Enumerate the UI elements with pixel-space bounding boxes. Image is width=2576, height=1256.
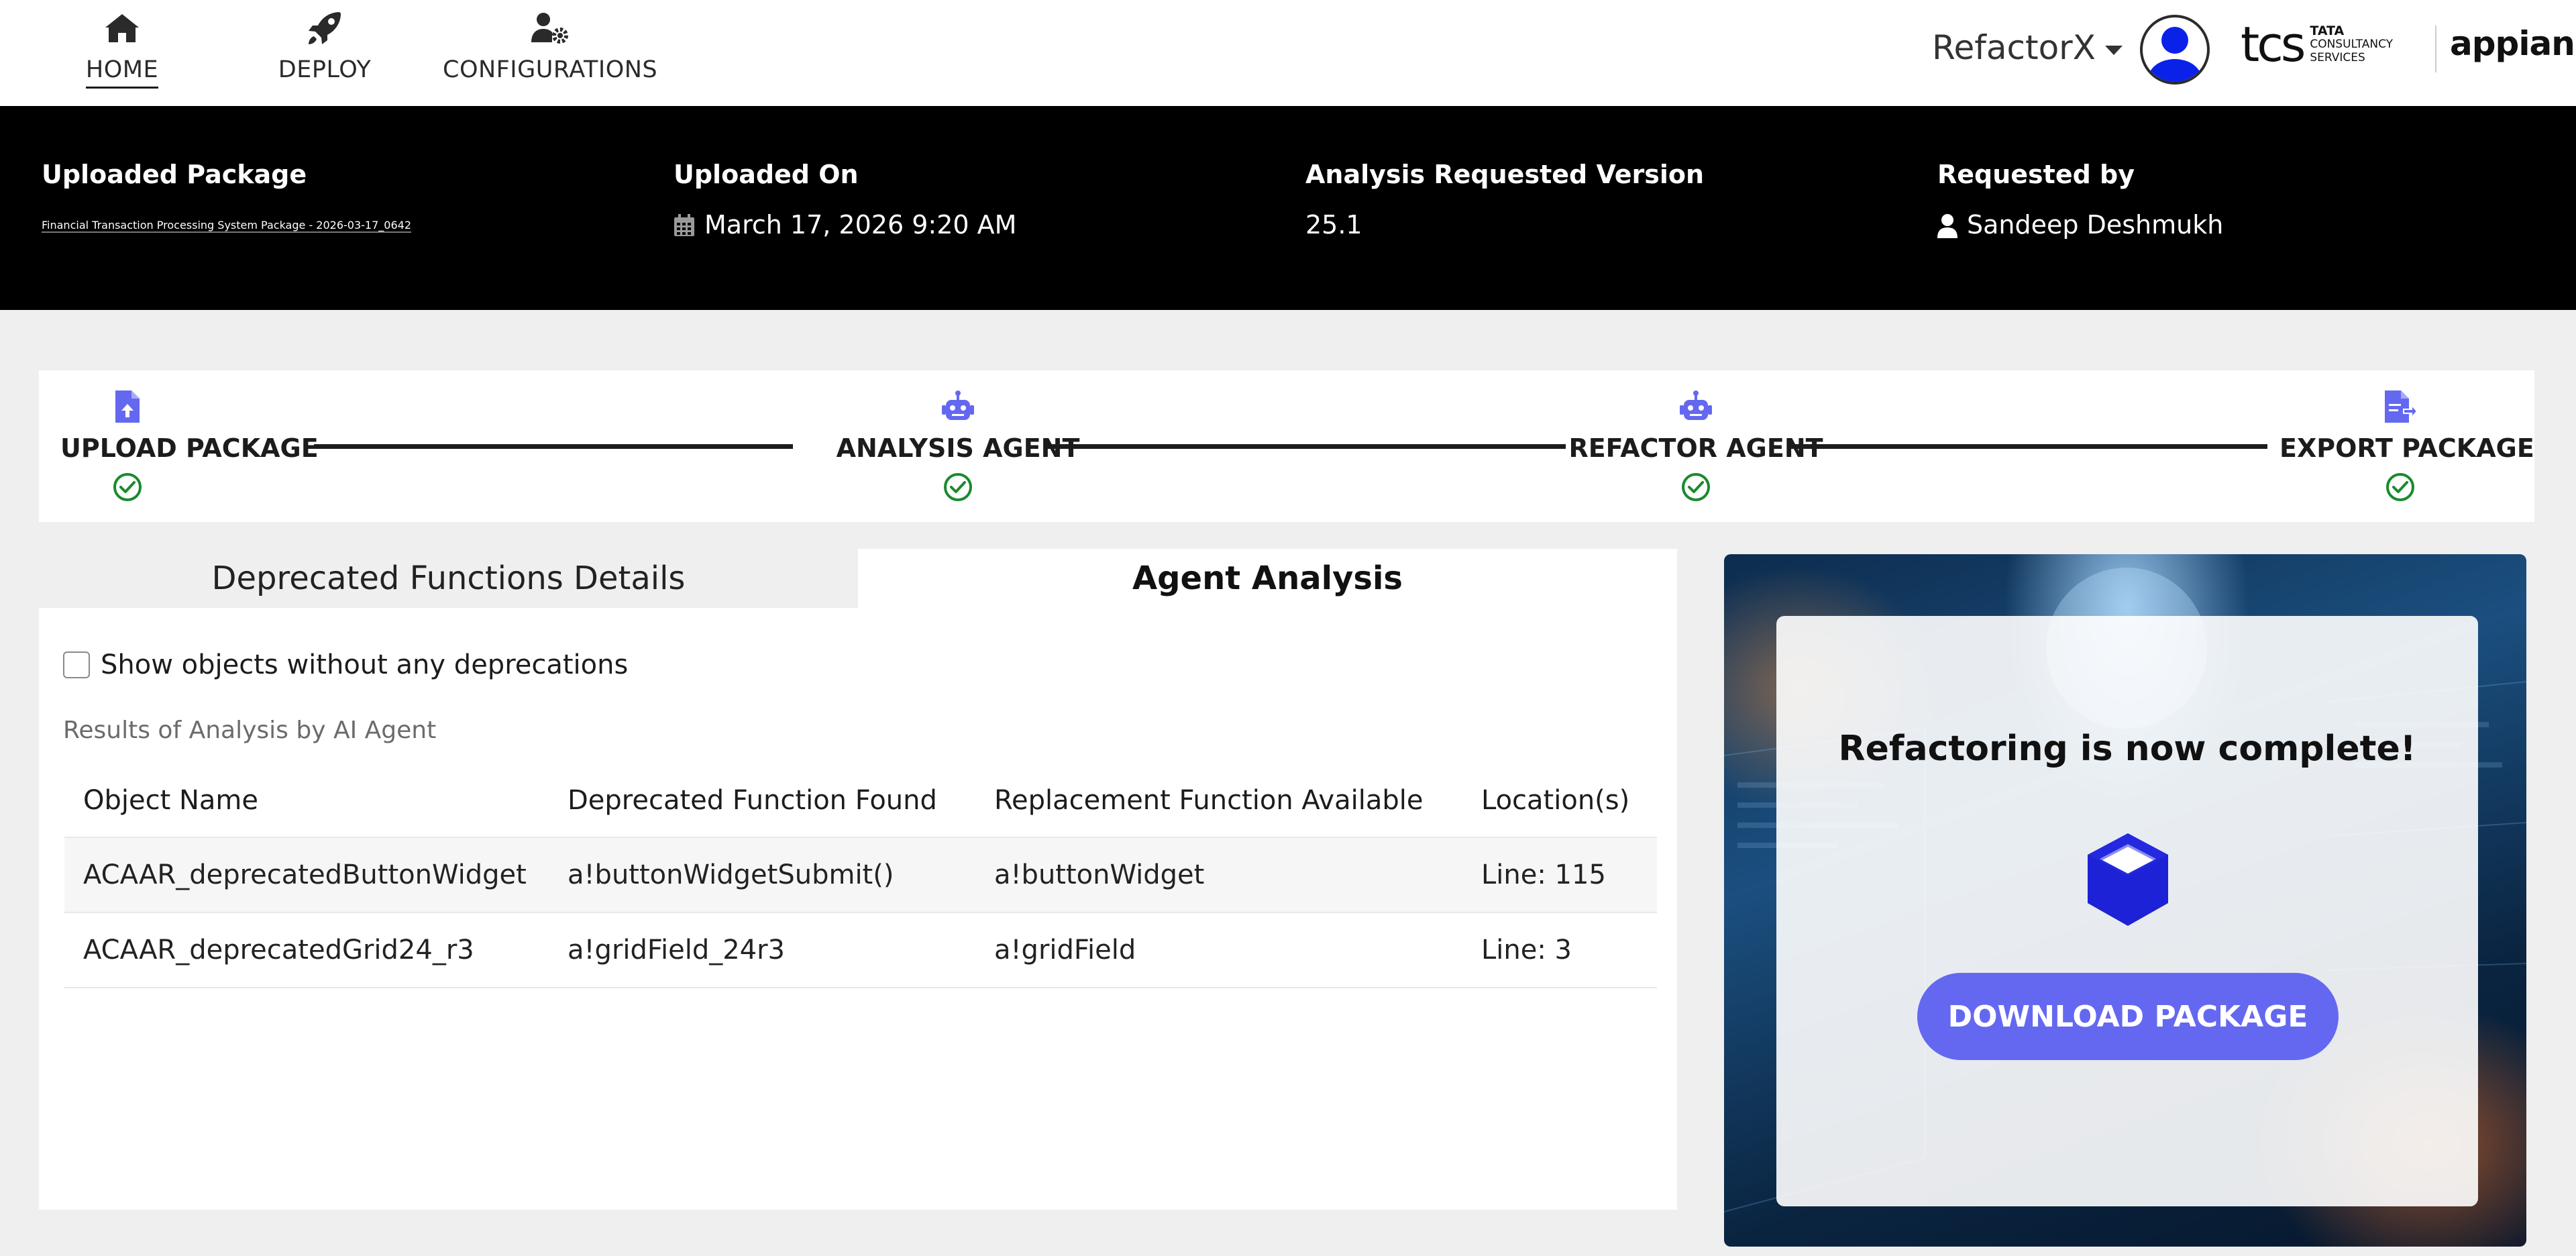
app-name: RefactorX [1932,28,2096,67]
promo-content-card: Refactoring is now complete! DOWNLOAD PA… [1776,616,2478,1206]
step-export-label: EXPORT PACKAGE [2279,433,2534,463]
tab-deprecated-functions-details[interactable]: Deprecated Functions Details [39,549,858,608]
user-avatar[interactable] [2140,15,2210,85]
nav-configurations[interactable]: CONFIGURATIONS [443,9,657,87]
package-info-header: Uploaded Package Financial Transaction P… [0,106,2576,310]
nav-deploy[interactable]: DEPLOY [271,9,378,87]
column-header-locations: Location(s) [1481,784,1630,816]
cell-location: Line: 3 [1462,912,1657,988]
uploaded-package-label: Uploaded Package [42,160,307,189]
robot-icon [1680,390,1712,420]
check-circle-icon [113,473,142,501]
cell-object-name: ACAAR_deprecatedGrid24_r3 [64,912,549,988]
step-upload-label: UPLOAD PACKAGE [60,433,319,463]
results-table: Object Name Deprecated Function Found Re… [64,764,1657,988]
check-circle-icon [944,473,972,501]
user-icon [1937,214,1957,238]
app-switcher-dropdown[interactable]: RefactorX [1932,28,2123,67]
cell-deprecated-function: a!gridField_24r3 [549,912,975,988]
step-upload-package: UPLOAD PACKAGE [60,389,319,502]
show-without-deprecations-checkbox[interactable] [63,651,90,678]
requested-by-section: Requested by Sandeep Deshmukh [1937,160,2223,244]
step-connector [1788,444,2267,449]
file-export-icon [2385,390,2417,423]
requested-by-value: Sandeep Deshmukh [1967,210,2224,240]
version-value: 25.1 [1305,210,1362,240]
promo-title: Refactoring is now complete! [1838,729,2416,769]
step-connector [1046,444,1566,449]
tab-agent-analysis[interactable]: Agent Analysis [858,549,1677,608]
uploaded-package-link[interactable]: Financial Transaction Processing System … [42,207,639,244]
nav-deploy-label: DEPLOY [278,56,372,83]
cell-replacement-function: a!gridField [975,912,1462,988]
analysis-panel: Deprecated Functions Details Agent Analy… [39,549,1677,1210]
uploaded-on-section: Uploaded On March 17, 2026 9:20 AM [674,160,1016,244]
refactor-complete-card: Refactoring is now complete! DOWNLOAD PA… [1724,554,2526,1247]
user-gear-icon [531,13,568,44]
table-row[interactable]: ACAAR_deprecatedButtonWidget a!buttonWid… [64,837,1657,912]
nav-configurations-label: CONFIGURATIONS [443,56,658,83]
cell-location: Line: 115 [1462,837,1657,912]
table-row[interactable]: ACAAR_deprecatedGrid24_r3 a!gridField_24… [64,912,1657,988]
logo-divider [2435,25,2436,72]
cube-icon [2088,833,2168,926]
requested-by-label: Requested by [1937,160,2135,189]
calendar-icon [674,214,694,236]
column-header-object-name: Object Name [83,784,258,816]
column-header-deprecated-function: Deprecated Function Found [568,784,937,816]
uploaded-package-value: Financial Transaction Processing System … [42,219,412,233]
file-upload-icon [115,390,140,423]
rocket-icon [309,12,341,44]
user-silhouette-icon [2148,27,2202,82]
step-connector [314,444,793,449]
requested-version-section: Analysis Requested Version 25.1 [1305,160,1704,244]
progress-stepper: UPLOAD PACKAGE ANALYSIS AGENT REFACTOR A… [39,370,2534,522]
check-circle-icon [2386,473,2414,501]
nav-home-label: HOME [85,56,159,89]
show-without-deprecations-toggle[interactable]: Show objects without any deprecations [63,649,628,680]
caret-down-icon [2105,46,2123,55]
nav-home[interactable]: HOME [82,9,162,89]
top-navigation: HOME DEPLOY CONFIGURATIONS RefactorX tcs… [0,0,2576,106]
check-circle-icon [1682,473,1710,501]
step-export-package: EXPORT PACKAGE [2279,389,2534,502]
results-caption: Results of Analysis by AI Agent [63,717,437,744]
uploaded-on-value: March 17, 2026 9:20 AM [704,210,1017,240]
tcs-logo: tcs TATA CONSULTANCY SERVICES [2241,16,2394,72]
column-header-replacement-function: Replacement Function Available [994,784,1424,816]
robot-icon [942,390,974,420]
show-without-deprecations-label: Show objects without any deprecations [101,649,629,680]
version-label: Analysis Requested Version [1305,160,1705,189]
appian-logo: appian [2450,24,2575,63]
cell-deprecated-function: a!buttonWidgetSubmit() [549,837,975,912]
uploaded-on-label: Uploaded On [674,160,859,189]
download-package-button[interactable]: DOWNLOAD PACKAGE [1917,973,2339,1060]
cell-object-name: ACAAR_deprecatedButtonWidget [64,837,549,912]
cell-replacement-function: a!buttonWidget [975,837,1462,912]
uploaded-package-section: Uploaded Package Financial Transaction P… [42,160,639,244]
home-icon [105,14,139,42]
table-header-row: Object Name Deprecated Function Found Re… [64,764,1657,837]
